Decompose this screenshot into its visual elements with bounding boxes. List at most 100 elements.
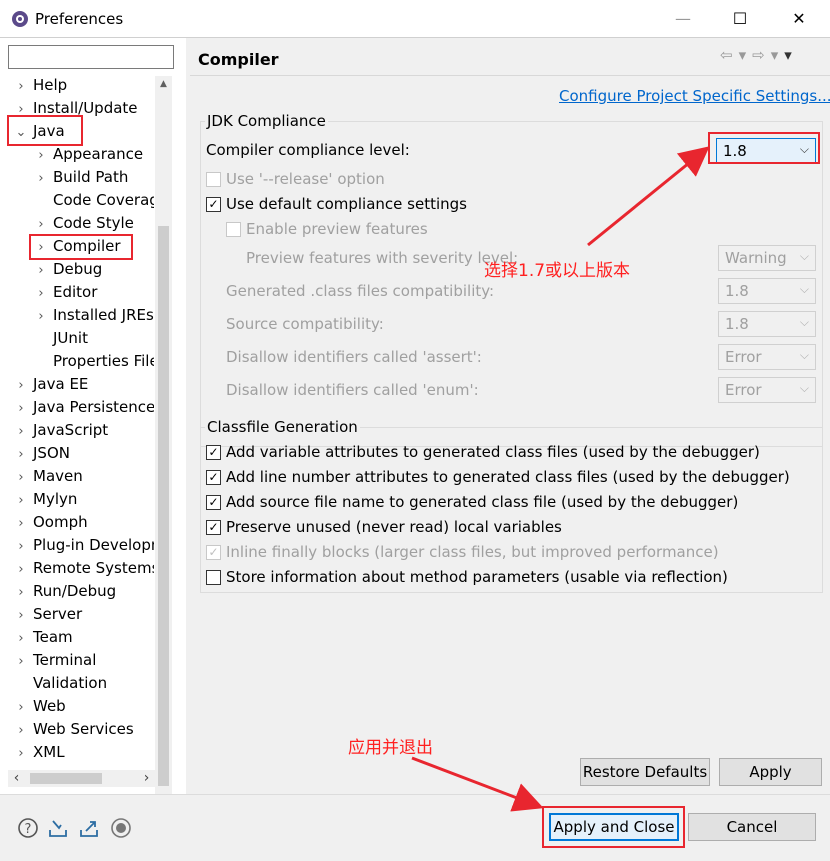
tree-item-code-style[interactable]: › Code Style <box>34 212 134 235</box>
chevron-right-icon[interactable]: › <box>14 604 28 627</box>
tree-item-installed-jres[interactable]: ›Installed JREs <box>34 304 154 327</box>
tree-item-team[interactable]: › Team <box>14 626 73 649</box>
classfile-option-checkbox[interactable]: ✓ <box>206 445 221 460</box>
tree-vertical-scrollbar[interactable]: ▲ ▼ <box>155 76 172 810</box>
svg-text:?: ? <box>25 822 32 837</box>
tree-item-plug-in-development[interactable]: ›Plug-in Development <box>14 534 154 557</box>
scroll-left-arrow-icon[interactable]: ‹ <box>8 770 25 787</box>
enum-identifier-select[interactable]: Error ⌵ <box>718 377 816 403</box>
dropdown-icon[interactable]: ▾ <box>739 46 753 64</box>
assert-identifier-select[interactable]: Error ⌵ <box>718 344 816 370</box>
tree-item-appearance[interactable]: ›Appearance <box>34 143 143 166</box>
tree-item-properties-files[interactable]: Properties Files <box>34 350 154 373</box>
tree-item-oomph[interactable]: ›Oomph <box>14 511 88 534</box>
preview-severity-value: Warning <box>725 249 787 267</box>
chevron-right-icon[interactable]: › <box>14 719 28 742</box>
chevron-right-icon[interactable]: › <box>34 167 48 190</box>
classfile-generation-title: Classfile Generation <box>205 418 360 436</box>
scroll-up-arrow-icon[interactable]: ▲ <box>155 76 172 93</box>
record-icon[interactable] <box>110 817 132 839</box>
classfile-option-checkbox[interactable]: ✓ <box>206 520 221 535</box>
tree-item-label: Java EE <box>33 375 88 393</box>
apply-button[interactable]: Apply <box>719 758 822 786</box>
classfile-option-checkbox[interactable]: ✓ <box>206 545 221 560</box>
configure-project-specific-link[interactable]: Configure Project Specific Settings... <box>559 87 830 105</box>
chevron-right-icon[interactable]: › <box>34 259 48 282</box>
tree-item-terminal[interactable]: ›Terminal <box>14 649 96 672</box>
chevron-right-icon[interactable]: › <box>14 374 28 397</box>
export-icon[interactable] <box>78 817 100 839</box>
tree-item-validation[interactable]: Validation <box>14 672 107 695</box>
source-compat-select[interactable]: 1.8 ⌵ <box>718 311 816 337</box>
cancel-button[interactable]: Cancel <box>688 813 816 841</box>
tree-item-maven[interactable]: ›Maven <box>14 465 83 488</box>
scroll-right-arrow-icon[interactable]: › <box>138 770 155 787</box>
help-icon[interactable]: ? <box>17 817 39 839</box>
chevron-right-icon[interactable]: › <box>14 420 28 443</box>
preference-tree-panel: ›Help›Install/Update⌄Java›Appearance›Bui… <box>0 38 186 794</box>
back-arrow-icon[interactable]: ⇦ <box>720 46 739 64</box>
release-option-checkbox[interactable] <box>206 172 221 187</box>
maximize-button[interactable]: ☐ <box>717 0 763 38</box>
default-compliance-checkbox[interactable]: ✓ <box>206 197 221 212</box>
chevron-right-icon[interactable]: › <box>14 535 28 558</box>
chevron-right-icon[interactable]: › <box>14 466 28 489</box>
chevron-right-icon[interactable]: › <box>14 75 28 98</box>
tree-item-code-coverage[interactable]: Code Coverage <box>34 189 154 212</box>
tree-item-web[interactable]: ›Web <box>14 695 66 718</box>
tree-item-editor[interactable]: ›Editor <box>34 281 97 304</box>
tree-item-debug[interactable]: ›Debug <box>34 258 102 281</box>
tree-item-java-ee[interactable]: › Java EE <box>14 373 88 396</box>
classfile-option-label: Store information about method parameter… <box>226 568 728 586</box>
generated-compat-select[interactable]: 1.8 ⌵ <box>718 278 816 304</box>
tree-item-help[interactable]: ›Help <box>14 74 67 97</box>
chevron-right-icon[interactable]: › <box>14 558 28 581</box>
chevron-right-icon[interactable]: › <box>14 443 28 466</box>
tree-item-junit[interactable]: JUnit <box>34 327 88 350</box>
chevron-right-icon[interactable]: › <box>34 213 48 236</box>
chevron-right-icon[interactable]: › <box>14 512 28 535</box>
tree-item-java-persistence[interactable]: ›Java Persistence <box>14 396 154 419</box>
tree-item-label: Code Coverage <box>53 191 154 209</box>
close-button[interactable]: ✕ <box>776 0 822 38</box>
tree-horizontal-scrollbar[interactable]: ‹ › <box>8 770 155 787</box>
tree-item-build-path[interactable]: ›Build Path <box>34 166 128 189</box>
chevron-right-icon[interactable]: › <box>34 305 48 328</box>
chevron-right-icon[interactable]: › <box>14 650 28 673</box>
chevron-right-icon[interactable]: › <box>14 397 28 420</box>
dialog-button-bar: ? Apply and Close Cancel <box>0 794 830 861</box>
classfile-option-checkbox[interactable]: ✓ <box>206 495 221 510</box>
java-highlight-box <box>7 115 83 146</box>
scroll-thumb[interactable] <box>158 226 169 786</box>
chevron-right-icon[interactable]: › <box>34 144 48 167</box>
scroll-thumb-horizontal[interactable] <box>30 773 102 784</box>
chevron-right-icon[interactable]: › <box>14 627 28 650</box>
tree-item-javascript[interactable]: ›JavaScript <box>14 419 108 442</box>
tree-item-json[interactable]: ›JSON <box>14 442 70 465</box>
tree-item-remote-systems[interactable]: ›Remote Systems <box>14 557 154 580</box>
import-icon[interactable] <box>47 817 69 839</box>
chevron-right-icon[interactable]: › <box>14 696 28 719</box>
minimize-button[interactable]: — <box>660 0 706 38</box>
tree-item-run-debug[interactable]: ›Run/Debug <box>14 580 116 603</box>
tree-item-label: Code Style <box>53 214 134 232</box>
tree-item-server[interactable]: ›Server <box>14 603 82 626</box>
tree-item-xml[interactable]: ›XML <box>14 741 65 764</box>
classfile-option-checkbox[interactable] <box>206 570 221 585</box>
chevron-right-icon[interactable]: › <box>14 742 28 765</box>
classfile-option-checkbox[interactable]: ✓ <box>206 470 221 485</box>
title-bar: Preferences — ☐ ✕ <box>0 0 830 38</box>
preview-severity-select[interactable]: Warning ⌵ <box>718 245 816 271</box>
tree-item-label: Team <box>33 628 73 646</box>
tree-item-mylyn[interactable]: ›Mylyn <box>14 488 77 511</box>
chevron-right-icon[interactable]: › <box>14 581 28 604</box>
chevron-right-icon[interactable]: › <box>14 489 28 512</box>
restore-defaults-button[interactable]: Restore Defaults <box>580 758 710 786</box>
dropdown-icon[interactable]: ▾ <box>771 46 785 64</box>
chevron-right-icon[interactable]: › <box>34 282 48 305</box>
tree-item-web-services[interactable]: ›Web Services <box>14 718 134 741</box>
filter-input[interactable] <box>8 45 174 69</box>
forward-arrow-icon[interactable]: ⇨ <box>752 46 771 64</box>
preview-features-checkbox[interactable] <box>226 222 241 237</box>
view-menu-icon[interactable]: ▾ <box>784 46 798 64</box>
